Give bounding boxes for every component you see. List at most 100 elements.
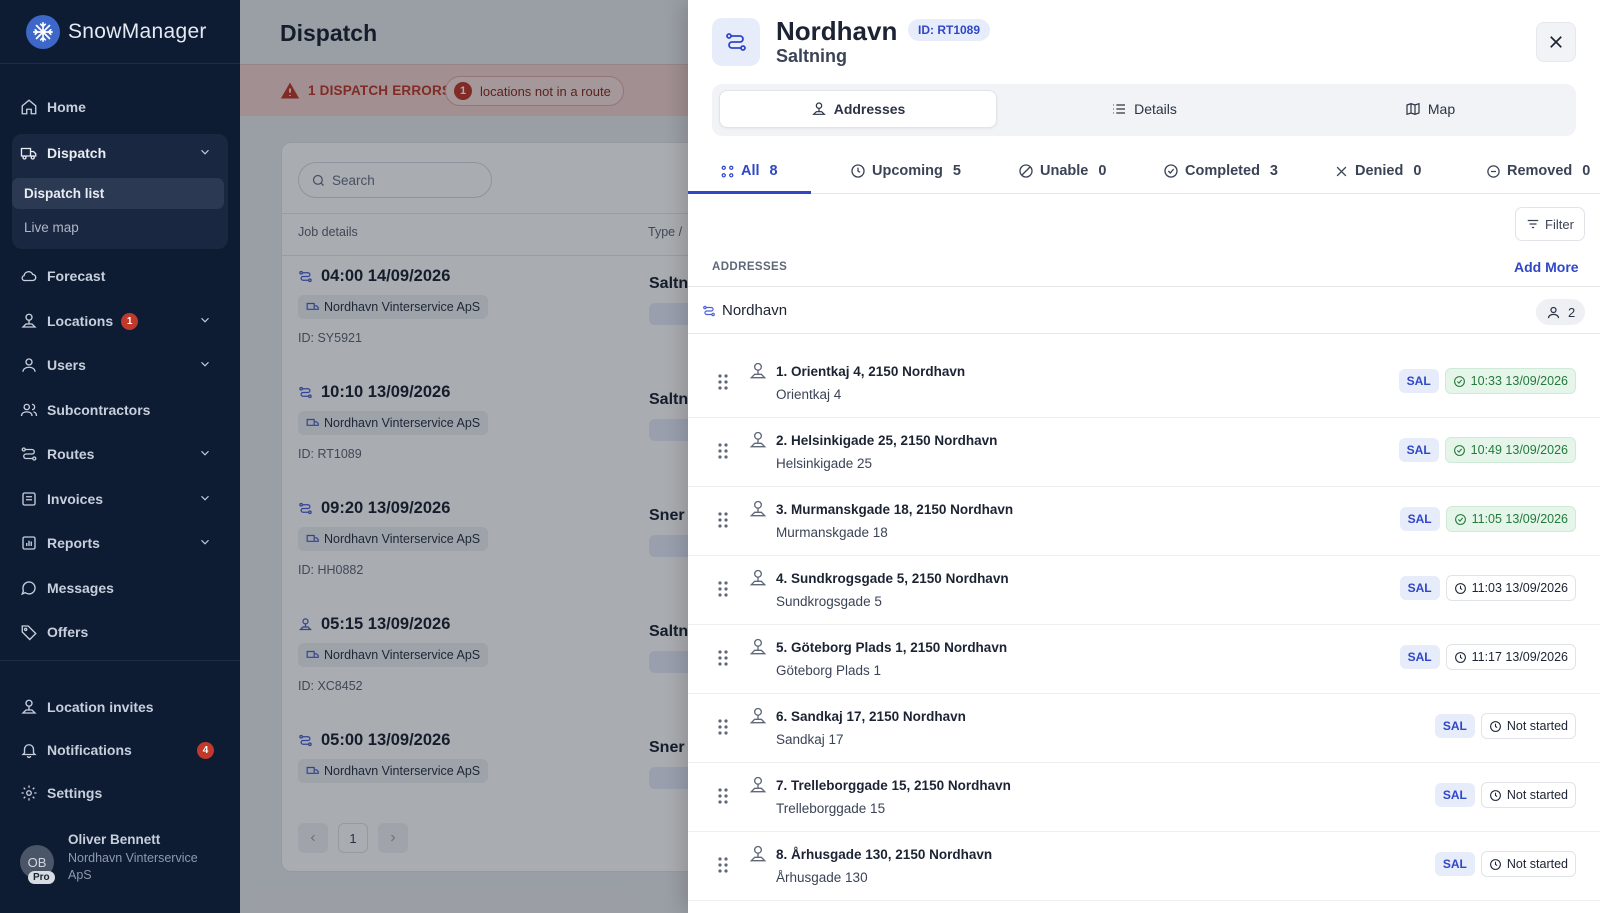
address-row[interactable]: 4. Sundkrogsgade 5, 2150 Nordhavn Sundkro… [688, 556, 1600, 625]
add-more-link[interactable]: Add More [1514, 259, 1579, 275]
plan-badge: Pro [28, 871, 55, 884]
address-row[interactable]: 6. Sandkaj 17, 2150 Nordhavn Sandkaj 17 SA… [688, 694, 1600, 763]
location-icon [811, 102, 826, 115]
sidebar-item-subcontractors[interactable]: Subcontractors [20, 393, 220, 427]
service-tag: SAL [1434, 783, 1475, 807]
check-circle-icon [1454, 513, 1466, 525]
tab-label: Denied [1355, 163, 1404, 179]
segment-addresses[interactable]: Addresses [719, 90, 997, 128]
modal-backdrop[interactable] [240, 0, 688, 913]
sidebar-item-label: Forecast [47, 268, 106, 284]
address-group-header[interactable]: Nordhavn 2 [688, 286, 1600, 334]
address-row[interactable]: 2. Helsinkigade 25, 2150 Nordhavn Helsink… [688, 418, 1600, 487]
list-icon [1113, 104, 1126, 114]
sidebar-item-reports[interactable]: Reports [20, 526, 220, 560]
service-tag: SAL [1434, 714, 1475, 738]
brand[interactable]: SnowManager [0, 0, 240, 64]
check-circle-icon [1164, 164, 1178, 178]
close-button[interactable] [1536, 22, 1576, 62]
sidebar-subitem-label: Live map [24, 220, 79, 235]
sidebar-item-locations[interactable]: Locations 1 [20, 304, 220, 338]
drag-handle-icon[interactable] [716, 718, 730, 736]
drag-handle-icon[interactable] [716, 649, 730, 667]
status-badge: 11:05 13/09/2026 [1445, 506, 1576, 532]
drag-handle-icon[interactable] [716, 856, 730, 874]
drag-handle-icon[interactable] [716, 373, 730, 391]
status-text: 10:33 13/09/2026 [1470, 374, 1568, 388]
location-icon [749, 776, 767, 793]
notifications-badge: 4 [197, 742, 214, 759]
drag-handle-icon[interactable] [716, 511, 730, 529]
sidebar-item-label: Locations [47, 313, 114, 329]
tab-all[interactable]: All 8 [720, 148, 778, 194]
sidebar-item-settings[interactable]: Settings [20, 776, 220, 810]
assignee-count-value: 2 [1568, 304, 1576, 320]
addresses-heading: ADDRESSES [712, 261, 788, 273]
tab-removed[interactable]: Removed 0 [1486, 148, 1590, 194]
sidebar-item-routes[interactable]: Routes [20, 437, 220, 471]
sidebar-item-messages[interactable]: Messages [20, 571, 220, 605]
sidebar-item-users[interactable]: Users [20, 348, 220, 382]
tab-label: All [741, 163, 760, 179]
address-title: 4. Sundkrogsgade 5, 2150 Nordhavn [776, 571, 1009, 586]
chevron-down-icon [201, 495, 209, 501]
location-icon [749, 707, 767, 724]
sidebar-subitem-label: Dispatch list [24, 186, 105, 201]
sidebar-item-label: Dispatch [47, 145, 107, 161]
service-tag: SAL [1434, 852, 1475, 876]
sidebar-item-notifications[interactable]: Notifications 4 [20, 733, 220, 767]
snowflake-icon [26, 14, 60, 49]
tab-completed[interactable]: Completed 3 [1163, 148, 1278, 194]
sidebar-item-dispatch[interactable]: Dispatch [20, 136, 220, 170]
drag-handle-icon[interactable] [716, 442, 730, 460]
tab-count: 0 [1098, 163, 1107, 179]
address-title: 8. Århusgade 130, 2150 Nordhavn [776, 847, 993, 862]
clock-icon [1489, 720, 1501, 732]
segment-details[interactable]: Details [1005, 90, 1283, 128]
sidebar-item-label: Subcontractors [47, 402, 151, 418]
sidebar-item-invoices[interactable]: Invoices [20, 482, 220, 516]
segment-label: Map [1427, 101, 1456, 117]
route-icon [712, 18, 760, 66]
address-row[interactable]: 8. Århusgade 130, 2150 Nordhavn Århusgade… [688, 832, 1600, 901]
tab-count: 3 [1269, 163, 1278, 179]
drag-handle-icon[interactable] [716, 787, 730, 805]
sidebar-subitem-live-map[interactable]: Live map [12, 212, 224, 243]
user-profile[interactable]: OB Pro Oliver Bennett Nordhavn Vinterser… [20, 830, 230, 890]
address-row[interactable]: 3. Murmanskgade 18, 2150 Nordhavn Murmans… [688, 487, 1600, 556]
status-text: 10:49 13/09/2026 [1470, 443, 1568, 457]
sidebar-item-label: Invoices [47, 491, 104, 507]
location-icon [749, 569, 767, 586]
sidebar-subitem-dispatch-list[interactable]: Dispatch list [12, 178, 224, 209]
drawer-subtitle: Saltning [776, 46, 847, 66]
address-row[interactable]: 5. Göteborg Plads 1, 2150 Nordhavn Götebo… [688, 625, 1600, 694]
address-row[interactable]: 1. Orientkaj 4, 2150 Nordhavn Orientkaj 4… [688, 349, 1600, 418]
sidebar-item-home[interactable]: Home [20, 90, 220, 124]
tab-upcoming[interactable]: Upcoming 5 [850, 148, 961, 194]
sidebar-item-label: Offers [47, 624, 89, 640]
bell-icon [21, 744, 37, 759]
location-icon [749, 638, 767, 655]
assignee-count[interactable]: 2 [1536, 299, 1586, 325]
chevron-down-icon [201, 149, 209, 155]
filter-button[interactable]: Filter [1515, 207, 1585, 241]
tab-denied[interactable]: Denied 0 [1334, 148, 1421, 194]
segment-map[interactable]: Map [1291, 90, 1569, 128]
route-detail-drawer: Nordhavn ID: RT1089 Saltning Addresses D… [688, 0, 1600, 913]
address-subtitle: Helsinkigade 25 [776, 456, 873, 471]
sidebar-item-label: Messages [47, 580, 114, 596]
status-badge: 10:49 13/09/2026 [1444, 437, 1576, 463]
tab-count: 0 [1582, 163, 1591, 179]
address-title: 2. Helsinkigade 25, 2150 Nordhavn [776, 433, 998, 448]
sidebar-item-forecast[interactable]: Forecast [20, 259, 220, 293]
route-id-badge: ID: RT1089 [908, 19, 991, 41]
address-row[interactable]: 7. Trelleborggade 15, 2150 Nordhavn Trell… [688, 763, 1600, 832]
chevron-down-icon [201, 361, 209, 367]
tab-unable[interactable]: Unable 0 [1018, 148, 1106, 194]
status-badge: Not started [1480, 851, 1576, 877]
sidebar-item-location-invites[interactable]: Location invites [20, 690, 220, 724]
chevron-down-icon [201, 450, 209, 456]
sidebar-item-offers[interactable]: Offers [20, 615, 220, 649]
drag-handle-icon[interactable] [716, 580, 730, 598]
chart-icon [22, 536, 36, 550]
